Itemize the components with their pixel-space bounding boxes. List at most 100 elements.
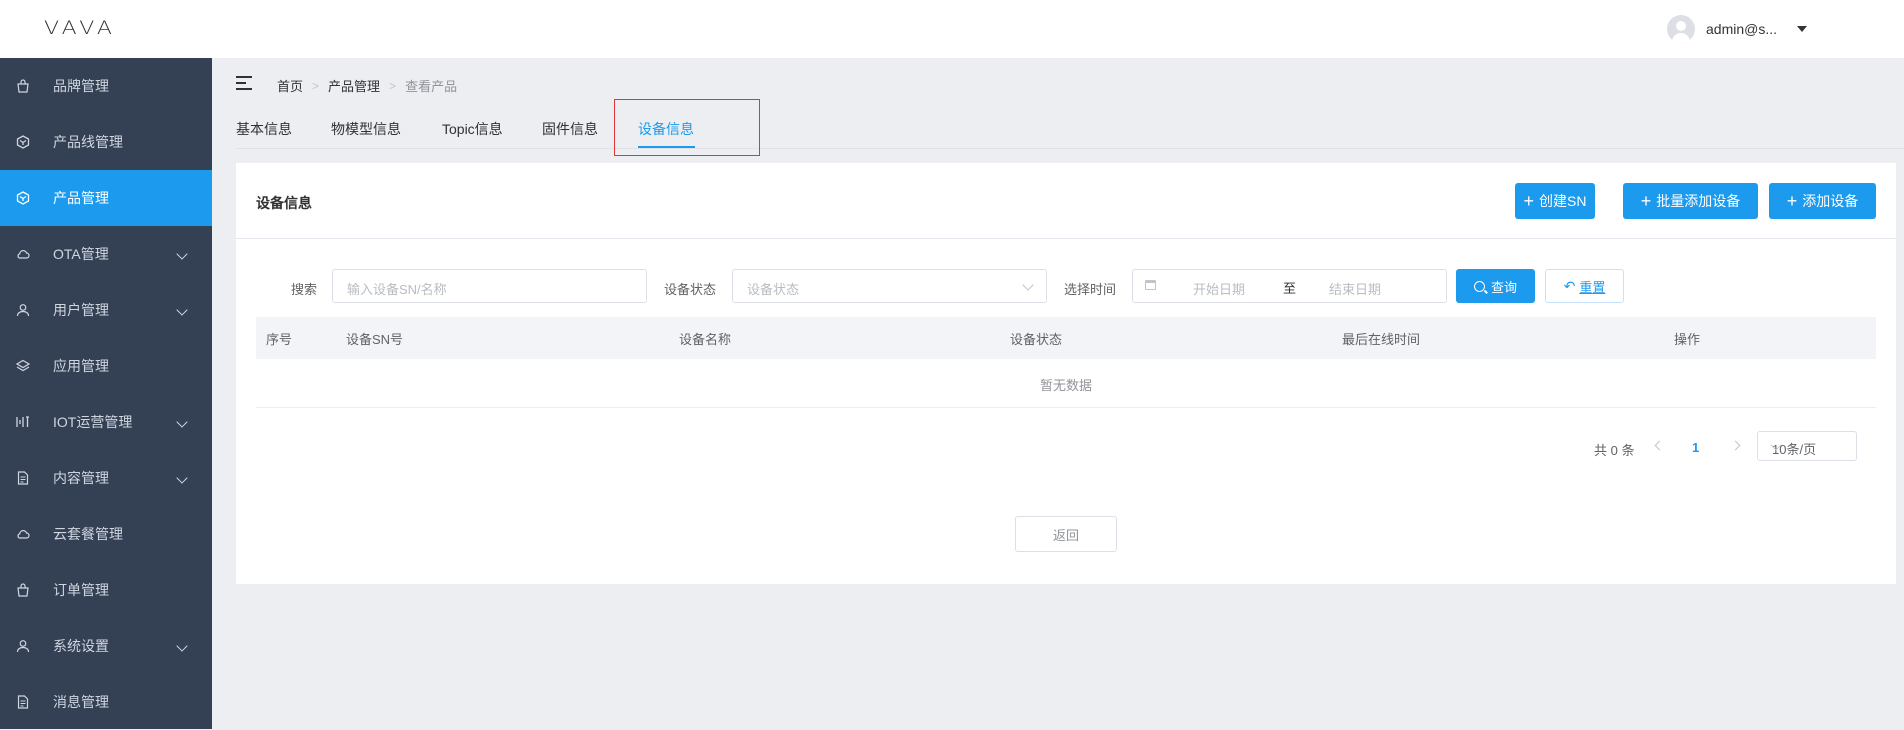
card-title: 设备信息 [256, 195, 312, 211]
reset-label: 重置 [1579, 279, 1606, 295]
sidebar-item-label: 系统设置 [53, 638, 109, 654]
username[interactable]: admin@s... [1706, 21, 1791, 37]
breadcrumb-home[interactable]: 首页 [277, 76, 303, 95]
sidebar-item[interactable]: 产品管理 [0, 170, 212, 226]
device-info-card: 设备信息 + 创建SN + 批量添加设备 + 添加设备 搜索 输入设备SN/名称… [236, 163, 1896, 584]
chevron-down-icon[interactable] [176, 304, 188, 316]
highlight-annotation [614, 99, 760, 156]
col-actions: 操作 [1674, 332, 1701, 347]
plus-icon: + [1786, 191, 1798, 211]
page-number[interactable]: 1 [1692, 440, 1699, 455]
top-header: VAVA admin@s... [0, 0, 1904, 58]
page-size-select[interactable]: 10条/页 [1757, 431, 1857, 461]
search-input[interactable]: 输入设备SN/名称 [332, 269, 647, 303]
sidebar-item[interactable]: OTA管理 [0, 226, 212, 282]
breadcrumb: 首页 > 产品管理 > 查看产品 [277, 76, 457, 95]
back-button[interactable]: 返回 [1015, 516, 1117, 552]
chevron-down-icon[interactable] [176, 472, 188, 484]
query-label: 查询 [1490, 279, 1517, 295]
chevron-down-icon [1022, 279, 1034, 291]
search-placeholder: 输入设备SN/名称 [347, 282, 447, 297]
range-separator: 至 [1283, 281, 1297, 296]
breadcrumb-parent[interactable]: 产品管理 [328, 76, 380, 95]
table-header: 序号 设备SN号 设备名称 设备状态 最后在线时间 操作 [256, 317, 1876, 359]
batch-add-button[interactable]: + 批量添加设备 [1623, 183, 1758, 219]
col-sn: 设备SN号 [346, 332, 404, 347]
pagination-total: 共 0 条 [1594, 443, 1635, 458]
col-device-status: 设备状态 [1010, 332, 1063, 347]
breadcrumb-separator: > [389, 78, 397, 93]
sidebar-item-label: 应用管理 [53, 358, 109, 374]
sidebar-item-label: 品牌管理 [53, 78, 109, 94]
sidebar-item-label: 产品线管理 [53, 134, 123, 150]
user-icon [16, 639, 30, 653]
end-date-input[interactable]: 结束日期 [1329, 279, 1381, 298]
sidebar-item[interactable]: 品牌管理 [0, 58, 212, 114]
tab-firmware[interactable]: 固件信息 [542, 119, 598, 139]
caret-down-icon[interactable] [1797, 26, 1807, 32]
status-label: 设备状态 [664, 282, 717, 297]
sidebar-item[interactable]: 用户管理 [0, 282, 212, 338]
layers-icon [15, 359, 31, 373]
sidebar-item-label: OTA管理 [53, 246, 109, 262]
sidebar-item-label: 用户管理 [53, 302, 109, 318]
bag-icon [16, 583, 30, 597]
table-empty-row: 暂无数据 [256, 359, 1876, 408]
sidebar-item[interactable]: 内容管理 [0, 450, 212, 506]
cube-icon [16, 135, 30, 149]
tab-topic[interactable]: Topic信息 [442, 119, 503, 139]
collapse-menu-icon[interactable] [236, 76, 252, 90]
col-device-name: 设备名称 [679, 332, 732, 347]
batch-add-label: 批量添加设备 [1656, 193, 1741, 209]
bag-icon [16, 79, 30, 93]
col-index: 序号 [266, 332, 293, 347]
sidebar-item[interactable]: IOT运营管理 [0, 394, 212, 450]
sidebar-item[interactable]: 云套餐管理 [0, 506, 212, 562]
chevron-right-icon[interactable] [1730, 440, 1741, 451]
user-menu[interactable]: admin@s... [1667, 15, 1807, 43]
sidebar-item[interactable]: 订单管理 [0, 562, 212, 618]
chevron-down-icon[interactable] [176, 640, 188, 652]
status-placeholder: 设备状态 [747, 282, 800, 297]
cube-icon [16, 191, 30, 205]
sidebar-item[interactable]: 消息管理 [0, 674, 212, 730]
create-sn-button[interactable]: + 创建SN [1515, 183, 1595, 219]
start-date-input[interactable]: 开始日期 [1193, 279, 1245, 298]
sidebar: 品牌管理产品线管理产品管理 OTA管理用户管理应用管理 IOT运营管理内容管理云套餐… [0, 58, 212, 729]
sidebar-item-label: 消息管理 [53, 694, 109, 710]
tab-divider [236, 148, 1904, 149]
create-sn-label: 创建SN [1539, 193, 1587, 209]
date-range-picker[interactable]: 开始日期 至 结束日期 [1132, 269, 1447, 303]
sidebar-item-label: IOT运营管理 [53, 414, 133, 430]
sidebar-item[interactable]: 系统设置 [0, 618, 212, 674]
sidebar-item[interactable]: 产品线管理 [0, 114, 212, 170]
document-icon [16, 471, 30, 485]
brand-logo[interactable]: VAVA [44, 18, 116, 39]
search-label: 搜索 [291, 282, 318, 297]
sidebar-item-label: 订单管理 [53, 582, 109, 598]
sidebar-item[interactable]: 应用管理 [0, 338, 212, 394]
tab-thing-model[interactable]: 物模型信息 [331, 119, 401, 139]
breadcrumb-separator: > [312, 78, 320, 93]
chevron-down-icon[interactable] [176, 416, 188, 428]
search-icon [1473, 280, 1485, 292]
document-icon [16, 695, 30, 709]
tab-basic-info[interactable]: 基本信息 [236, 119, 292, 139]
plus-icon: + [1640, 191, 1652, 211]
query-button[interactable]: 查询 [1456, 269, 1535, 303]
iot-icon [16, 415, 30, 429]
plus-icon: + [1523, 191, 1535, 211]
card-divider [236, 238, 1896, 239]
empty-text: 暂无数据 [1039, 378, 1092, 393]
add-device-button[interactable]: + 添加设备 [1769, 183, 1876, 219]
add-device-label: 添加设备 [1802, 193, 1859, 209]
time-label: 选择时间 [1064, 282, 1117, 297]
status-select[interactable]: 设备状态 [732, 269, 1047, 303]
sidebar-item-label: 云套餐管理 [53, 526, 123, 542]
cloud-icon [16, 247, 30, 261]
chevron-left-icon[interactable] [1654, 440, 1665, 451]
avatar-icon[interactable] [1667, 15, 1695, 43]
reset-button[interactable]: ↶ 重置 [1545, 269, 1624, 303]
chevron-down-icon[interactable] [176, 248, 188, 260]
sidebar-item-label: 产品管理 [53, 190, 109, 206]
